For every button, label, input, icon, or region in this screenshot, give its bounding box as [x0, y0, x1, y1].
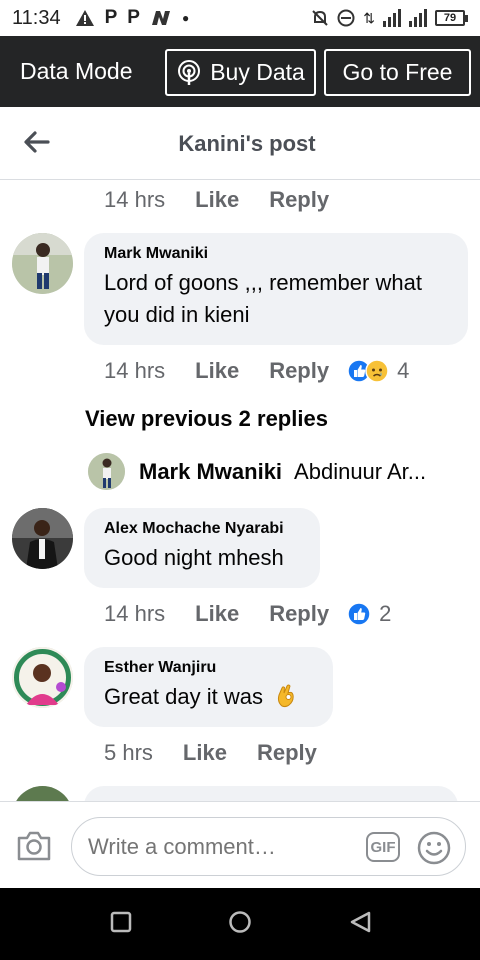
sad-reaction-icon [365, 359, 389, 383]
reaction-summary[interactable]: 4 [347, 358, 409, 384]
like-button[interactable]: Like [195, 601, 239, 627]
p-app-icon: P [104, 7, 118, 28]
reaction-summary[interactable]: 2 [347, 601, 391, 627]
view-previous-replies-link[interactable]: View previous 2 replies [85, 406, 328, 432]
n-app-icon [151, 11, 170, 25]
reply-button[interactable]: Reply [269, 358, 329, 384]
system-nav-bar [0, 888, 480, 960]
comments-list: 14 hrs Like Reply Mark Mwaniki Lord of g… [0, 181, 480, 801]
like-button[interactable]: Like [183, 740, 227, 766]
back-icon[interactable] [349, 910, 373, 934]
recent-apps-icon[interactable] [110, 910, 132, 934]
comment-time: 14 hrs [104, 601, 166, 626]
reply-button[interactable]: Reply [269, 601, 329, 627]
comment-time: 5 hrs [104, 740, 153, 765]
data-mode-label: Data Mode [20, 58, 133, 84]
data-mode-bar: Data Mode Buy Data Go to Free [0, 36, 480, 107]
comment-meta: 5 hrs Like Reply [104, 740, 317, 766]
comment-text-row: Great day it was [104, 681, 313, 713]
ok-hand-emoji-icon [278, 684, 294, 708]
page-title: Kanini's post [178, 131, 316, 156]
comment-text: Lord of goons ,,, remember what you did … [104, 270, 422, 327]
comment-time: 14 hrs [104, 358, 166, 383]
like-reaction-icon [347, 602, 371, 626]
like-button[interactable]: Like [195, 358, 239, 384]
comment-bubble[interactable]: Alex Mochache Nyarabi Good night mhesh [84, 508, 320, 588]
comment-composer: GIF [0, 801, 480, 888]
signal-icon [409, 9, 427, 27]
comment-input[interactable] [71, 817, 466, 876]
avatar[interactable] [12, 647, 73, 708]
dot-icon: ● [181, 11, 190, 25]
data-arrows-icon: ⇅ [363, 9, 375, 26]
avatar[interactable] [12, 508, 73, 569]
status-time: 11:34 [12, 6, 61, 29]
comment-meta: 14 hrs Like Reply 4 [104, 358, 409, 384]
camera-icon[interactable] [16, 830, 52, 862]
avatar[interactable] [12, 786, 73, 801]
commenter-name[interactable]: Mark Mwaniki [104, 245, 448, 263]
comment-bubble[interactable] [84, 786, 458, 801]
emoji-icon[interactable] [417, 831, 451, 865]
status-bar: 11:34 P P ● ⇅ 79 [0, 0, 480, 36]
p-app-icon: P [127, 7, 140, 28]
warning-icon [75, 10, 94, 26]
broadcast-icon [178, 59, 201, 85]
reaction-count: 4 [397, 358, 410, 383]
comment-meta: 14 hrs Like Reply 2 [104, 601, 391, 627]
go-to-free-label: Go to Free [342, 59, 453, 85]
buy-data-label: Buy Data [210, 59, 305, 85]
reaction-count: 2 [379, 601, 392, 626]
commenter-name[interactable]: Esther Wanjiru [104, 659, 313, 677]
signal-icon [383, 9, 401, 27]
reply-snippet: Abdinuur Ar... [294, 458, 427, 484]
comment-time: 14 hrs [104, 187, 166, 212]
like-button[interactable]: Like [195, 187, 239, 213]
reply-button[interactable]: Reply [257, 740, 317, 766]
gif-icon[interactable]: GIF [366, 832, 400, 862]
comment-meta: 14 hrs Like Reply [104, 187, 329, 213]
reply-author-name: Mark Mwaniki [139, 458, 283, 484]
comment-text: Good night mhesh [104, 545, 284, 570]
comment-text: Great day it was [104, 684, 263, 709]
comment-bubble[interactable]: Esther Wanjiru Great day it was [84, 647, 333, 727]
reply-preview[interactable]: Mark Mwaniki Abdinuur Ar... [88, 453, 468, 490]
go-to-free-button[interactable]: Go to Free [324, 49, 471, 96]
battery-icon: 79 [435, 10, 468, 26]
commenter-name[interactable]: Alex Mochache Nyarabi [104, 520, 300, 538]
reply-button[interactable]: Reply [269, 187, 329, 213]
post-header: Kanini's post [0, 107, 480, 180]
avatar [88, 453, 125, 490]
comment-bubble[interactable]: Mark Mwaniki Lord of goons ,,, remember … [84, 233, 468, 345]
dnd-icon [337, 9, 355, 27]
buy-data-button[interactable]: Buy Data [165, 49, 316, 96]
avatar[interactable] [12, 233, 73, 294]
mute-icon [312, 10, 328, 26]
home-icon[interactable] [228, 910, 252, 934]
